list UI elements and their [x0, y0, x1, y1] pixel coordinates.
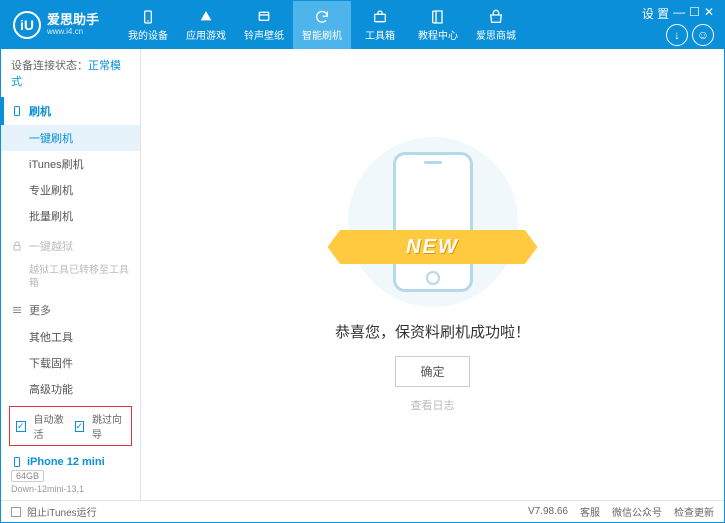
view-log-link[interactable]: 查看日志	[411, 397, 455, 413]
sidebar-section-more[interactable]: 更多	[1, 296, 140, 324]
refresh-icon	[314, 9, 330, 25]
top-nav: 我的设备 应用游戏 铃声壁纸 智能刷机 工具箱 教程中心 爱思商城	[119, 1, 642, 49]
conn-label: 设备连接状态：	[11, 60, 88, 72]
success-illustration: NEW	[348, 137, 518, 307]
auto-activate-checkbox[interactable]: ✓	[16, 421, 26, 432]
sidebar-section-flash[interactable]: 刷机	[1, 97, 140, 125]
device-block[interactable]: iPhone 12 mini 64GB Down-12mini-13,1	[1, 450, 140, 500]
section-label: 一键越狱	[29, 238, 73, 254]
phone-icon	[140, 9, 156, 25]
app-subtitle: www.i4.cn	[47, 28, 99, 37]
more-icon	[11, 304, 23, 316]
device-meta: Down-12mini-13,1	[11, 484, 130, 494]
nav-ringtone[interactable]: 铃声壁纸	[235, 1, 293, 49]
user-button[interactable]: ☺	[692, 24, 714, 46]
skip-guide-label: 跳过向导	[92, 411, 125, 441]
wechat-link[interactable]: 微信公众号	[612, 504, 662, 519]
block-itunes-label: 阻止iTunes运行	[27, 504, 97, 519]
block-itunes-checkbox[interactable]	[11, 507, 21, 517]
device-phone-icon	[11, 456, 23, 468]
media-icon	[256, 9, 272, 25]
close-icon[interactable]: ✕	[704, 5, 714, 22]
ok-button[interactable]: 确定	[395, 356, 469, 387]
nav-toolbox[interactable]: 工具箱	[351, 1, 409, 49]
options-row: ✓ 自动激活 ✓ 跳过向导	[9, 406, 132, 446]
sidebar: 设备连接状态：正常模式 刷机 一键刷机 iTunes刷机 专业刷机 批量刷机 一…	[1, 49, 141, 500]
sidebar-section-jailbreak: 一键越狱	[1, 232, 140, 260]
apps-icon	[198, 9, 214, 25]
service-link[interactable]: 客服	[580, 504, 600, 519]
sidebar-item-advanced[interactable]: 高级功能	[1, 376, 140, 402]
jailbreak-note: 越狱工具已转移至工具箱	[1, 260, 140, 294]
nav-tutorial[interactable]: 教程中心	[409, 1, 467, 49]
sidebar-item-download[interactable]: 下载固件	[1, 350, 140, 376]
nav-label: 教程中心	[418, 27, 458, 42]
lock-icon	[11, 240, 23, 252]
section-label: 更多	[29, 302, 51, 318]
new-ribbon: NEW	[328, 230, 538, 264]
sidebar-item-pro[interactable]: 专业刷机	[1, 177, 140, 203]
minimize-icon[interactable]: —	[673, 5, 685, 22]
device-name: iPhone 12 mini	[27, 456, 105, 468]
nav-label: 应用游戏	[186, 27, 226, 42]
main-content: NEW 恭喜您，保资料刷机成功啦！ 确定 查看日志	[141, 49, 724, 500]
settings-link[interactable]: 设 置	[642, 5, 669, 22]
download-button[interactable]: ↓	[666, 24, 688, 46]
phone-icon	[11, 105, 23, 117]
logo-mark: iU	[13, 11, 41, 39]
update-link[interactable]: 检查更新	[674, 504, 714, 519]
nav-label: 工具箱	[365, 27, 395, 42]
book-icon	[430, 9, 446, 25]
store-icon	[488, 9, 504, 25]
nav-label: 智能刷机	[302, 27, 342, 42]
footer: 阻止iTunes运行 V7.98.66 客服 微信公众号 检查更新	[1, 500, 724, 522]
sidebar-item-other[interactable]: 其他工具	[1, 324, 140, 350]
auto-activate-label: 自动激活	[34, 411, 67, 441]
connection-status: 设备连接状态：正常模式	[1, 49, 140, 97]
nav-store[interactable]: 爱思商城	[467, 1, 525, 49]
titlebar: iU 爱思助手 www.i4.cn 我的设备 应用游戏 铃声壁纸 智能刷机 工具…	[1, 1, 724, 49]
sidebar-item-itunes[interactable]: iTunes刷机	[1, 151, 140, 177]
app-title: 爱思助手	[47, 13, 99, 27]
success-message: 恭喜您，保资料刷机成功啦！	[335, 321, 530, 342]
window-controls: 设 置 — ☐ ✕ ↓ ☺	[642, 5, 724, 46]
section-label: 刷机	[29, 103, 51, 119]
skip-guide-checkbox[interactable]: ✓	[75, 421, 85, 432]
version-label: V7.98.66	[528, 506, 568, 517]
sidebar-item-batch[interactable]: 批量刷机	[1, 203, 140, 229]
nav-label: 铃声壁纸	[244, 27, 284, 42]
toolbox-icon	[372, 9, 388, 25]
maximize-icon[interactable]: ☐	[689, 5, 700, 22]
nav-my-device[interactable]: 我的设备	[119, 1, 177, 49]
nav-flash[interactable]: 智能刷机	[293, 1, 351, 49]
nav-label: 我的设备	[128, 27, 168, 42]
nav-label: 爱思商城	[476, 27, 516, 42]
phone-graphic	[393, 152, 473, 292]
nav-apps[interactable]: 应用游戏	[177, 1, 235, 49]
sidebar-item-oneclick[interactable]: 一键刷机	[1, 125, 140, 151]
app-logo: iU 爱思助手 www.i4.cn	[1, 11, 111, 39]
device-storage: 64GB	[11, 470, 44, 482]
